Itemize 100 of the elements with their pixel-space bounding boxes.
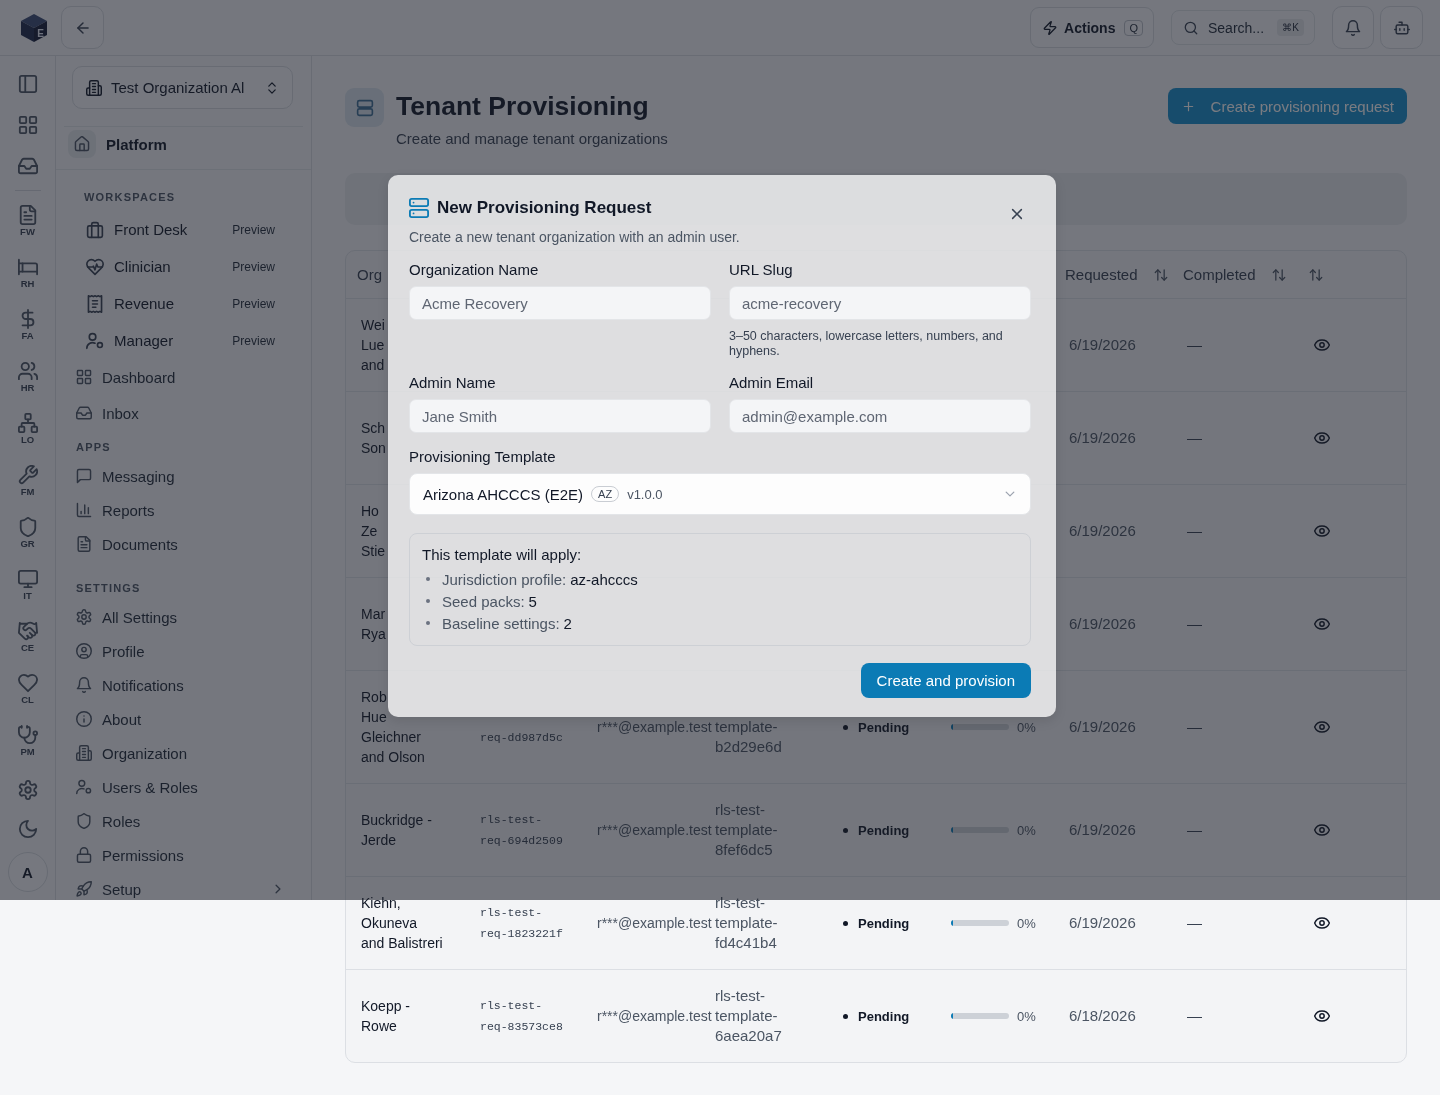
status-dot-icon — [843, 827, 848, 833]
suitcase-icon — [86, 220, 104, 239]
input-field[interactable]: admin@example.com — [729, 399, 1031, 433]
input-field[interactable]: Acme Recovery — [409, 286, 711, 320]
nav-item[interactable]: Front Desk — [86, 220, 233, 239]
moon-icon[interactable] — [17, 819, 38, 839]
create-request-button[interactable]: Create provisioning request — [1167, 88, 1407, 124]
sort-icon[interactable] — [1271, 267, 1286, 282]
status-label: Pending — [858, 719, 910, 735]
detail-value: az-ahcccs — [570, 570, 638, 588]
nav-item[interactable]: Organization — [76, 744, 188, 762]
app-shortcut[interactable]: FA — [3, 304, 52, 356]
back-button[interactable] — [61, 6, 104, 49]
shortcut-key: Q — [1124, 19, 1143, 36]
home-icon — [68, 130, 96, 158]
bell-icon — [76, 677, 92, 693]
field-label: Provisioning Template — [409, 448, 557, 466]
grid-icon — [76, 369, 92, 385]
requested-date: 6/19/2026 — [1069, 821, 1136, 838]
app-shortcut[interactable]: CE — [3, 616, 52, 668]
nav-item[interactable]: Reports — [76, 501, 155, 519]
app-shortcut[interactable]: PM — [3, 720, 52, 772]
nav-item[interactable]: Roles — [76, 812, 141, 830]
nav-item[interactable]: Manager — [86, 331, 233, 350]
grid-icon[interactable] — [17, 114, 38, 135]
sort-icon[interactable] — [1153, 267, 1168, 282]
app-shortcut[interactable]: CL — [3, 668, 52, 720]
create-and-provision-button[interactable]: Create and provision — [860, 663, 1031, 698]
requested-date: 6/18/2026 — [1069, 1007, 1136, 1024]
nav-item[interactable]: Clinician — [86, 257, 233, 276]
nav-item[interactable]: Dashboard — [76, 368, 176, 386]
nav-item[interactable]: All Settings — [76, 608, 178, 626]
actions-button[interactable]: Actions Q — [1030, 7, 1154, 48]
nav-item[interactable]: Messaging — [76, 467, 175, 485]
dialog-title: New Provisioning Request — [437, 197, 652, 219]
nav-item[interactable]: Revenue — [86, 294, 233, 313]
request-id: rls-test-req-694d2509 — [480, 812, 564, 849]
field-label: Organization Name — [409, 261, 540, 279]
nav-item[interactable]: About — [76, 710, 142, 728]
organization-name: Koepp - Rowe — [361, 997, 412, 1036]
progress-percent: 0% — [1017, 1008, 1036, 1024]
eye-icon[interactable] — [1314, 915, 1330, 931]
nav-item[interactable]: Notifications — [76, 676, 184, 694]
detail-label: Baseline settings: — [442, 614, 560, 632]
nav-item[interactable]: Documents — [76, 535, 178, 553]
app-shortcut[interactable]: RH — [3, 252, 52, 304]
status-label: Pending — [858, 915, 910, 931]
bullet-icon — [426, 577, 430, 581]
nav-item[interactable]: Permissions — [76, 846, 184, 864]
server-icon — [409, 198, 429, 218]
organization-name: Rya — [361, 625, 386, 644]
progress-percent: 0% — [1017, 822, 1036, 838]
app-shortcut[interactable]: HR — [3, 356, 52, 408]
user-avatar[interactable]: A — [7, 852, 48, 892]
sort-icon[interactable] — [1309, 267, 1323, 282]
arrow-left-icon — [74, 19, 91, 36]
column-header: Requested — [1065, 266, 1138, 283]
handshake-icon — [17, 621, 38, 641]
app-shortcut[interactable]: GR — [3, 512, 52, 564]
preview-label: Preview — [232, 259, 275, 274]
organization-name: Rob — [361, 688, 387, 707]
shield-icon — [17, 517, 38, 537]
app-shortcut[interactable]: FM — [3, 460, 52, 512]
completed-value: — — [1187, 821, 1202, 838]
rocket-icon — [76, 881, 92, 897]
users-icon — [17, 361, 38, 381]
organization-selector[interactable]: Test Organization Al — [72, 66, 293, 109]
section-heading: WORKSPACES — [84, 190, 177, 204]
eye-icon[interactable] — [1314, 1008, 1330, 1024]
template-id: rls-test-template-6aea20a7 — [715, 986, 783, 1046]
status-label: Pending — [858, 822, 910, 838]
receipt-icon — [86, 294, 104, 313]
assistant-button[interactable] — [1380, 6, 1423, 49]
nav-item[interactable]: Inbox — [76, 404, 139, 422]
user-icon — [86, 331, 104, 350]
app-shortcut[interactable]: IT — [3, 564, 52, 616]
cube-logo[interactable]: E — [20, 12, 48, 43]
platform-label[interactable]: Platform — [106, 135, 167, 153]
nav-item[interactable]: Users & Roles — [76, 778, 198, 796]
sidebar-panel-icon[interactable] — [17, 73, 38, 94]
column-header: Completed — [1183, 266, 1256, 283]
organization-name: Son — [361, 439, 386, 458]
request-id: rls-test-req-1823221f — [480, 905, 564, 942]
app-shortcut[interactable]: FW — [3, 200, 52, 252]
notifications-button[interactable] — [1332, 6, 1374, 49]
section-heading: SETTINGS — [76, 581, 142, 595]
input-field[interactable]: Jane Smith — [409, 399, 711, 433]
completed-value: — — [1187, 615, 1202, 632]
email-address: r***@example.test — [597, 822, 712, 838]
nav-item[interactable]: Profile — [76, 642, 145, 660]
app-shortcut[interactable]: LO — [3, 408, 52, 460]
progress-percent: 0% — [1017, 915, 1036, 931]
monitor-icon — [17, 569, 38, 589]
settings-icon[interactable] — [17, 780, 38, 800]
template-select[interactable]: Arizona AHCCCS (E2E) AZ v1.0.0 — [409, 473, 1031, 515]
info-icon — [76, 711, 92, 727]
nav-item[interactable]: Setup — [76, 880, 142, 898]
input-field[interactable]: acme-recovery — [729, 286, 1031, 320]
inbox-icon[interactable] — [17, 155, 38, 176]
close-icon[interactable] — [1009, 206, 1025, 222]
